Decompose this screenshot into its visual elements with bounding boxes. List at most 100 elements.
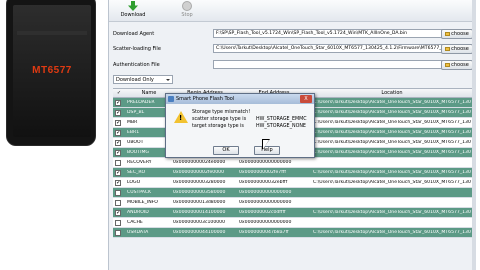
cell-end-address: 0x00000000032ebfff (239, 180, 288, 185)
row-checkbox[interactable] (115, 120, 121, 126)
row-checkbox[interactable] (115, 230, 121, 236)
cell-begin-address: 0x000000003c100000 (173, 220, 226, 225)
warning-exclamation: ! (179, 114, 183, 122)
folder-icon (445, 46, 451, 51)
cell-location: C:\Users\Tarkut\Desktop\Alcatel_OneTouch… (313, 140, 471, 145)
cell-end-address: 0x0000000002fe7fff (239, 170, 287, 175)
phone-image: MT6577 (6, 0, 96, 146)
folder-icon (445, 62, 451, 67)
cell-name: RECOVERY (127, 160, 152, 165)
row-checkbox[interactable] (115, 200, 121, 206)
stop-label: Stop (181, 12, 193, 18)
cell-begin-address: 0x0000000013d80000 (173, 200, 226, 205)
header-location[interactable]: Location (313, 90, 471, 96)
cell-begin-address: 0x0000000014100000 (173, 210, 226, 215)
auth-choose-button[interactable]: choose (441, 60, 473, 70)
cell-end-address: 0x0000000000000000 (239, 190, 292, 195)
row-checkbox[interactable] (115, 100, 121, 106)
cell-name: MOBILE_INFO (127, 200, 158, 205)
dialog-title: Smart Phone Flash Tool (176, 96, 235, 102)
cell-location: C:\Users\Tarkut\Desktop\Alcatel_OneTouch… (313, 170, 471, 175)
error-dialog: Smart Phone Flash Tool X ! Storage type … (165, 93, 315, 158)
auth-label: Authentication File (113, 62, 160, 68)
stop-icon (182, 1, 192, 11)
mode-value: Download Only (116, 77, 154, 83)
cell-begin-address: 0x0000000002fe0000 (173, 170, 225, 175)
cell-begin-address: 0x0000000003280000 (173, 180, 226, 185)
choose-label: choose (451, 46, 469, 52)
cell-end-address: 0x0000000000000000 (239, 200, 292, 205)
chevron-down-icon (166, 79, 170, 81)
download-button[interactable]: Download (115, 1, 151, 21)
download-agent-choose-button[interactable]: choose (441, 29, 473, 39)
cell-begin-address: 0x0000000003580000 (173, 190, 226, 195)
table-row[interactable]: CACHE 0x000000003c100000 0x000000000000000… (113, 218, 473, 228)
table-row[interactable]: ANDROID 0x0000000014100000 0x000000002c0df… (113, 208, 473, 218)
cell-location: C:\Users\Tarkut\Desktop\Alcatel_OneTouch… (313, 180, 471, 185)
row-checkbox[interactable] (115, 170, 121, 176)
cell-location: C:\Users\Tarkut\Desktop\Alcatel_OneTouch… (313, 130, 471, 135)
row-checkbox[interactable] (115, 180, 121, 186)
row-checkbox[interactable] (115, 190, 121, 196)
close-button[interactable]: X (300, 95, 312, 103)
chip-model-label: MT6577 (32, 65, 72, 76)
cell-begin-address: 0x0000000044100000 (173, 230, 226, 235)
table-row[interactable]: RECOVERY 0x00000000024e0000 0x000000000000… (113, 158, 473, 168)
row-checkbox[interactable] (115, 220, 121, 226)
row-checkbox[interactable] (115, 210, 121, 216)
mode-select[interactable]: Download Only (113, 75, 173, 84)
download-label: Download (120, 12, 146, 18)
cell-location: C:\Users\Tarkut\Desktop\Alcatel_OneTouch… (313, 120, 471, 125)
row-checkbox[interactable] (115, 150, 121, 156)
cell-name: CUSTPACK (127, 190, 152, 195)
ok-button[interactable]: OK (213, 146, 239, 155)
device-preview-panel: MT6577 (0, 0, 108, 270)
download-arrow-icon (128, 1, 138, 11)
toolbar: Download Stop (109, 0, 476, 22)
dialog-message-line1: Storage type mismatch! (192, 110, 251, 115)
target-storage-type: HW_STORAGE_NONE (256, 124, 306, 129)
table-row[interactable]: LOGO 0x0000000003280000 0x00000000032ebfff… (113, 178, 473, 188)
choose-label: choose (451, 62, 469, 68)
table-row[interactable]: MOBILE_INFO 0x0000000013d80000 0x000000000… (113, 198, 473, 208)
cell-name: ANDROID (127, 210, 149, 215)
cell-name: SEC_RO (127, 170, 146, 175)
choose-label: choose (451, 31, 469, 37)
dialog-message-line2: scatter storage type is (192, 117, 247, 122)
download-agent-field[interactable]: F:\SP\SP_Flash_Tool_v5.1724_Win\SP_Flash… (213, 29, 457, 38)
dialog-message-line3: target storage type is (192, 124, 244, 129)
row-checkbox[interactable] (115, 110, 121, 116)
checkbox-header[interactable]: ✓ (115, 90, 123, 96)
mouse-cursor (263, 140, 269, 149)
cell-name: CACHE (127, 220, 143, 225)
cell-end-address: 0x0000000000000000 (239, 160, 292, 165)
dialog-titlebar: Smart Phone Flash Tool X (166, 94, 314, 104)
cell-location: C:\Users\Tarkut\Desktop\Alcatel_OneTouch… (313, 110, 471, 115)
row-checkbox[interactable] (115, 140, 121, 146)
scatter-label: Scatter-loading File (113, 46, 161, 52)
cell-begin-address: 0x00000000024e0000 (173, 160, 226, 165)
scatter-file-field[interactable]: C:\Users\Tarkut\Desktop\Alcatel_OneTouch… (213, 44, 457, 53)
phone-screen: MT6577 (13, 5, 91, 137)
cell-end-address: 0x0000000047b8a7ff (239, 230, 289, 235)
download-agent-label: Download Agent (113, 31, 155, 37)
cell-location: C:\Users\Tarkut\Desktop\Alcatel_OneTouch… (313, 230, 471, 235)
table-row[interactable]: CUSTPACK 0x0000000003580000 0x000000000000… (113, 188, 473, 198)
cell-end-address: 0x000000002c0dffff (239, 210, 286, 215)
app-icon (168, 96, 174, 102)
row-checkbox[interactable] (115, 160, 121, 166)
table-row[interactable]: SEC_RO 0x0000000002fe0000 0x0000000002fe7f… (113, 168, 473, 178)
cell-location: C:\Users\Tarkut\Desktop\Alcatel_OneTouch… (313, 150, 471, 155)
scatter-choose-button[interactable]: choose (441, 44, 473, 54)
cell-name: LOGO (127, 180, 141, 185)
scatter-storage-type: HW_STORAGE_EMMC (256, 117, 307, 122)
table-row[interactable]: USRDATA 0x0000000044100000 0x0000000047b8a… (113, 228, 473, 238)
cell-location: C:\Users\Tarkut\Desktop\Alcatel_OneTouch… (313, 100, 471, 105)
cell-location: C:\Users\Tarkut\Desktop\Alcatel_OneTouch… (313, 210, 471, 215)
vertical-scrollbar[interactable] (472, 0, 476, 270)
folder-icon (445, 31, 451, 36)
stop-button[interactable]: Stop (169, 1, 205, 21)
auth-file-field[interactable] (213, 60, 457, 69)
row-checkbox[interactable] (115, 130, 121, 136)
phone-gloss (17, 31, 87, 35)
